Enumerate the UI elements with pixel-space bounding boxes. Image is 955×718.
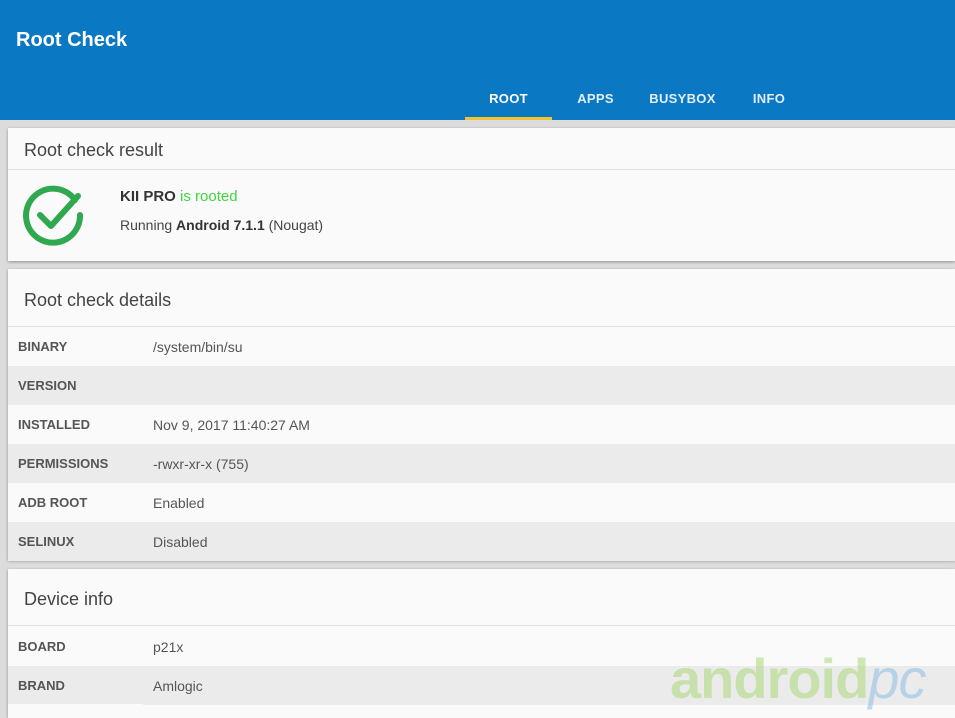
detail-row-binary: BINARY /system/bin/su bbox=[8, 327, 955, 366]
tab-apps[interactable]: APPS bbox=[552, 76, 639, 120]
tab-bar: ROOT APPS BUSYBOX INFO bbox=[465, 76, 812, 120]
android-version: Android 7.1.1 bbox=[176, 217, 265, 233]
row-key: BOARD bbox=[18, 639, 66, 654]
app-bar: Root Check ROOT APPS BUSYBOX INFO bbox=[0, 0, 955, 120]
card-title: Device info bbox=[24, 589, 114, 609]
row-value: Disabled bbox=[153, 533, 208, 550]
detail-row-installed: INSTALLED Nov 9, 2017 11:40:27 AM bbox=[8, 405, 955, 444]
device-row-brand: BRAND Amlogic bbox=[8, 666, 955, 705]
check-circle-icon bbox=[23, 185, 84, 246]
device-name: KII PRO bbox=[120, 188, 176, 205]
tab-info[interactable]: INFO bbox=[726, 76, 812, 120]
row-value: Enabled bbox=[153, 494, 205, 511]
android-codename: (Nougat) bbox=[268, 217, 324, 233]
row-key: INSTALLED bbox=[18, 417, 90, 432]
row-value: Nov 9, 2017 11:40:27 AM bbox=[153, 416, 310, 433]
divider bbox=[8, 169, 955, 170]
root-details-card: Root check details BINARY /system/bin/su… bbox=[8, 269, 955, 561]
device-row-board: BOARD p21x bbox=[8, 627, 955, 666]
root-status: is rooted bbox=[180, 188, 238, 205]
tab-root[interactable]: ROOT bbox=[465, 76, 552, 120]
row-key: BINARY bbox=[18, 339, 68, 354]
root-result-card: Root check result KII PRO is rooted Runn… bbox=[8, 128, 955, 261]
row-value: /system/bin/su bbox=[153, 338, 243, 355]
row-key: PERMISSIONS bbox=[18, 456, 109, 471]
device-status: KII PRO is rooted bbox=[120, 188, 238, 205]
row-key: SELINUX bbox=[18, 534, 75, 549]
android-version-line: Running Android 7.1.1 (Nougat) bbox=[120, 217, 323, 233]
next-row-strip bbox=[8, 704, 143, 718]
row-key: VERSION bbox=[18, 378, 77, 393]
detail-row-version: VERSION bbox=[8, 366, 955, 405]
card-title: Root check result bbox=[24, 140, 164, 160]
detail-row-adb-root: ADB ROOT Enabled bbox=[8, 483, 955, 522]
device-info-card: Device info BOARD p21x BRAND Amlogic bbox=[8, 569, 955, 718]
row-key: ADB ROOT bbox=[18, 495, 88, 510]
card-title: Root check details bbox=[24, 290, 172, 310]
tab-busybox[interactable]: BUSYBOX bbox=[639, 76, 726, 120]
row-key: BRAND bbox=[18, 678, 65, 693]
detail-row-selinux: SELINUX Disabled bbox=[8, 522, 955, 561]
detail-row-permissions: PERMISSIONS -rwxr-xr-x (755) bbox=[8, 444, 955, 483]
row-value: Amlogic bbox=[153, 677, 203, 694]
app-title: Root Check bbox=[16, 29, 128, 51]
row-value: p21x bbox=[153, 638, 184, 655]
divider bbox=[8, 625, 955, 626]
android-prefix: Running bbox=[120, 217, 173, 233]
row-value: -rwxr-xr-x (755) bbox=[153, 455, 249, 472]
